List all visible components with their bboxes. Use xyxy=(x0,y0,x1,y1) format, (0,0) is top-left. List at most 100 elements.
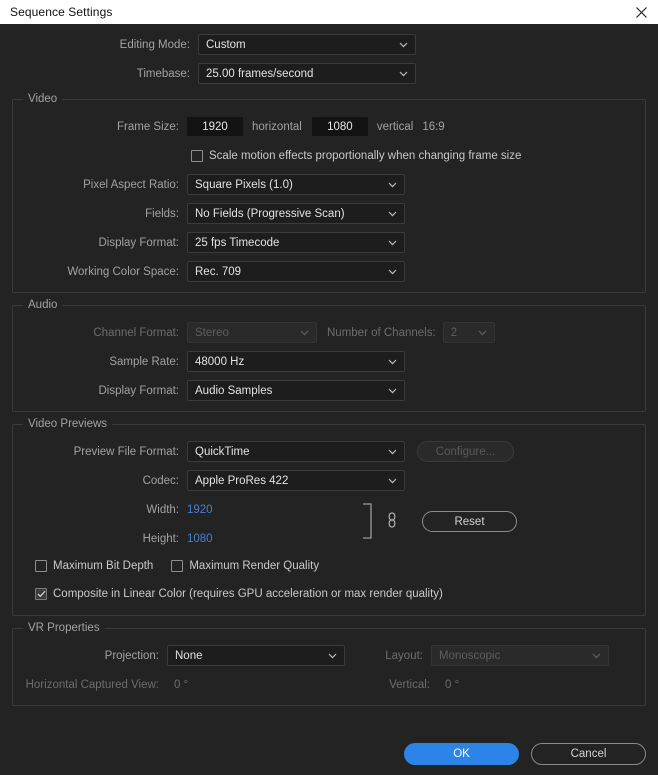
window-title: Sequence Settings xyxy=(0,5,112,19)
checkbox-box xyxy=(191,150,203,162)
chevron-down-icon xyxy=(399,35,408,54)
channel-format-select: Stereo xyxy=(187,322,317,343)
frame-size-label: Frame Size: xyxy=(13,121,187,133)
audio-display-format-value: Audio Samples xyxy=(188,385,272,397)
row-pixel-aspect-ratio: Pixel Aspect Ratio: Square Pixels (1.0) xyxy=(13,174,645,195)
row-preview-file-format: Preview File Format: QuickTime Configure… xyxy=(13,441,645,462)
horizontal-captured-view-value: 0 ° xyxy=(167,679,352,691)
video-group: Video Frame Size: 1920 horizontal 1080 v… xyxy=(12,99,646,293)
video-display-format-select[interactable]: 25 fps Timecode xyxy=(187,232,405,253)
reset-button[interactable]: Reset xyxy=(422,511,517,532)
fields-select[interactable]: No Fields (Progressive Scan) xyxy=(187,203,405,224)
close-icon[interactable] xyxy=(624,0,658,24)
chevron-down-icon xyxy=(300,323,309,342)
scale-motion-label: Scale motion effects proportionally when… xyxy=(209,150,521,162)
preview-width-label: Width: xyxy=(13,504,187,516)
preview-dimensions-block: Width: 1920 Height: 1080 xyxy=(13,499,645,555)
video-group-legend: Video xyxy=(23,93,62,105)
composite-linear-color-label: Composite in Linear Color (requires GPU … xyxy=(53,588,443,600)
preview-file-format-label: Preview File Format: xyxy=(13,446,187,458)
projection-value: None xyxy=(168,650,203,662)
row-editing-mode: Editing Mode: Custom xyxy=(12,34,646,55)
row-quality-checkboxes: Maximum Bit Depth Maximum Render Quality xyxy=(13,555,645,576)
pixel-aspect-ratio-select[interactable]: Square Pixels (1.0) xyxy=(187,174,405,195)
chevron-down-icon xyxy=(388,471,397,490)
layout-value: Monoscopic xyxy=(432,650,500,662)
vertical-label: Vertical: xyxy=(352,679,438,691)
projection-label: Projection: xyxy=(13,650,167,662)
row-projection-layout: Projection: None Layout: Monoscopic xyxy=(13,645,645,666)
number-of-channels-label: Number of Channels: xyxy=(317,327,443,339)
timebase-select[interactable]: 25.00 frames/second xyxy=(198,63,416,84)
row-frame-size: Frame Size: 1920 horizontal 1080 vertica… xyxy=(13,116,645,137)
audio-display-format-label: Display Format: xyxy=(13,385,187,397)
scale-motion-checkbox[interactable]: Scale motion effects proportionally when… xyxy=(191,150,521,162)
chevron-down-icon xyxy=(388,204,397,223)
vr-properties-group: VR Properties Projection: None Layout: M… xyxy=(12,628,646,706)
chevron-down-icon xyxy=(388,381,397,400)
ok-button[interactable]: OK xyxy=(404,743,519,765)
layout-label: Layout: xyxy=(345,650,431,662)
video-display-format-label: Display Format: xyxy=(13,237,187,249)
pixel-aspect-ratio-value: Square Pixels (1.0) xyxy=(188,179,293,191)
working-color-space-value: Rec. 709 xyxy=(188,266,241,278)
vertical-value: 0 ° xyxy=(438,679,459,691)
preview-width-value[interactable]: 1920 xyxy=(187,504,213,516)
frame-size-horizontal-input[interactable]: 1920 xyxy=(187,117,243,136)
pixel-aspect-ratio-label: Pixel Aspect Ratio: xyxy=(13,179,187,191)
working-color-space-select[interactable]: Rec. 709 xyxy=(187,261,405,282)
row-preview-width: Width: 1920 xyxy=(13,499,645,520)
editing-mode-label: Editing Mode: xyxy=(12,39,198,51)
row-video-display-format: Display Format: 25 fps Timecode xyxy=(13,232,645,253)
frame-size-vertical-input[interactable]: 1080 xyxy=(312,117,368,136)
chevron-down-icon xyxy=(478,323,487,342)
sample-rate-select[interactable]: 48000 Hz xyxy=(187,351,405,372)
frame-size-vertical-label: vertical xyxy=(368,121,413,133)
row-channel-format: Channel Format: Stereo Number of Channel… xyxy=(13,322,645,343)
chain-link-icon[interactable] xyxy=(386,512,398,531)
dialog-footer: OK Cancel xyxy=(0,733,658,775)
preview-height-value[interactable]: 1080 xyxy=(187,533,213,545)
codec-label: Codec: xyxy=(13,475,187,487)
timebase-value: 25.00 frames/second xyxy=(199,68,313,80)
horizontal-captured-view-label: Horizontal Captured View: xyxy=(13,679,167,691)
check-icon xyxy=(37,590,46,598)
checkbox-box xyxy=(35,560,47,572)
video-display-format-value: 25 fps Timecode xyxy=(188,237,279,249)
channel-format-label: Channel Format: xyxy=(13,327,187,339)
row-captured-view: Horizontal Captured View: 0 ° Vertical: … xyxy=(13,674,645,695)
composite-linear-color-checkbox[interactable]: Composite in Linear Color (requires GPU … xyxy=(35,588,443,600)
codec-select[interactable]: Apple ProRes 422 xyxy=(187,470,405,491)
row-sample-rate: Sample Rate: 48000 Hz xyxy=(13,351,645,372)
chevron-down-icon xyxy=(388,262,397,281)
maximum-bit-depth-label: Maximum Bit Depth xyxy=(53,560,153,572)
projection-select[interactable]: None xyxy=(167,645,345,666)
chevron-down-icon xyxy=(592,646,601,665)
chevron-down-icon xyxy=(388,442,397,461)
audio-group-legend: Audio xyxy=(23,299,62,311)
video-previews-group-legend: Video Previews xyxy=(23,418,112,430)
codec-value: Apple ProRes 422 xyxy=(188,475,288,487)
row-working-color-space: Working Color Space: Rec. 709 xyxy=(13,261,645,282)
chevron-down-icon xyxy=(388,175,397,194)
editing-mode-select[interactable]: Custom xyxy=(198,34,416,55)
maximum-render-quality-checkbox[interactable]: Maximum Render Quality xyxy=(171,560,319,572)
preview-file-format-select[interactable]: QuickTime xyxy=(187,441,405,462)
working-color-space-label: Working Color Space: xyxy=(13,266,187,278)
timebase-label: Timebase: xyxy=(12,68,198,80)
row-composite-linear: Composite in Linear Color (requires GPU … xyxy=(13,583,645,604)
number-of-channels-value: 2 xyxy=(444,327,457,339)
number-of-channels-select: 2 xyxy=(443,322,495,343)
cancel-button[interactable]: Cancel xyxy=(531,743,646,765)
channel-format-value: Stereo xyxy=(188,327,229,339)
vr-properties-group-legend: VR Properties xyxy=(23,622,105,634)
video-previews-group: Video Previews Preview File Format: Quic… xyxy=(12,424,646,616)
sample-rate-label: Sample Rate: xyxy=(13,356,187,368)
window-titlebar: Sequence Settings xyxy=(0,0,658,24)
audio-display-format-select[interactable]: Audio Samples xyxy=(187,380,405,401)
checkbox-box xyxy=(171,560,183,572)
chevron-down-icon xyxy=(388,233,397,252)
maximum-bit-depth-checkbox[interactable]: Maximum Bit Depth xyxy=(35,560,153,572)
frame-size-horizontal-label: horizontal xyxy=(243,121,302,133)
sample-rate-value: 48000 Hz xyxy=(188,356,244,368)
